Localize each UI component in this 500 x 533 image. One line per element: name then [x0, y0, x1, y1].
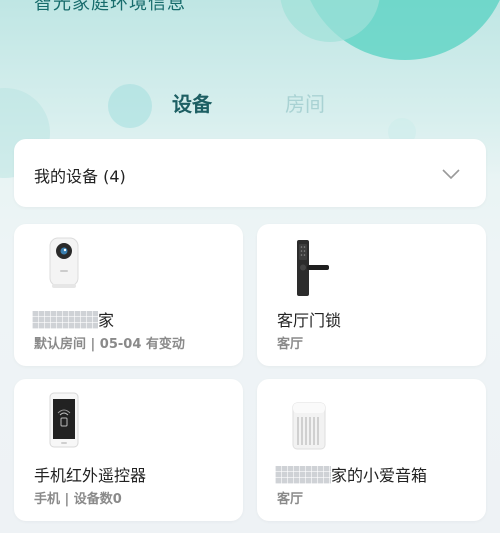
- decorative-bubble: [300, 0, 500, 60]
- device-name: 家的小爱音箱: [275, 462, 427, 486]
- device-subtitle: 客厅: [277, 337, 304, 352]
- device-name: 客厅门锁: [277, 311, 342, 330]
- device-card-ir-remote[interactable]: 手机红外遥控器 手机 | 设备数0: [14, 379, 243, 521]
- tab-bar: 设备 房间: [0, 88, 500, 124]
- chevron-down-icon[interactable]: [442, 165, 460, 184]
- device-card-speaker[interactable]: 家的小爱音箱 客厅: [257, 379, 486, 521]
- door-lock-icon: [277, 236, 341, 300]
- home-environment-banner: 智光家庭环境信息: [34, 0, 186, 14]
- smart-camera-icon: [34, 236, 98, 300]
- device-subtitle: 手机 | 设备数0: [34, 492, 122, 507]
- device-card-door-lock[interactable]: 客厅门锁 客厅: [257, 224, 486, 366]
- redacted-name-blur: [275, 466, 331, 484]
- redacted-name-blur: [32, 311, 98, 329]
- device-subtitle: 默认房间 | 05-04 有变动: [34, 337, 185, 352]
- tab-devices[interactable]: 设备: [172, 88, 212, 117]
- decorative-bubble: [280, 0, 380, 42]
- device-name: 手机红外遥控器: [34, 466, 147, 485]
- smart-speaker-icon: [277, 391, 341, 455]
- device-name: 家: [32, 307, 114, 331]
- tab-rooms[interactable]: 房间: [285, 88, 325, 117]
- device-card-camera[interactable]: 家 默认房间 | 05-04 有变动: [14, 224, 243, 366]
- my-devices-label: 我的设备 (4): [34, 167, 126, 186]
- my-devices-selector[interactable]: 我的设备 (4): [14, 139, 486, 207]
- device-subtitle: 客厅: [277, 492, 304, 507]
- phone-remote-icon: [34, 391, 98, 455]
